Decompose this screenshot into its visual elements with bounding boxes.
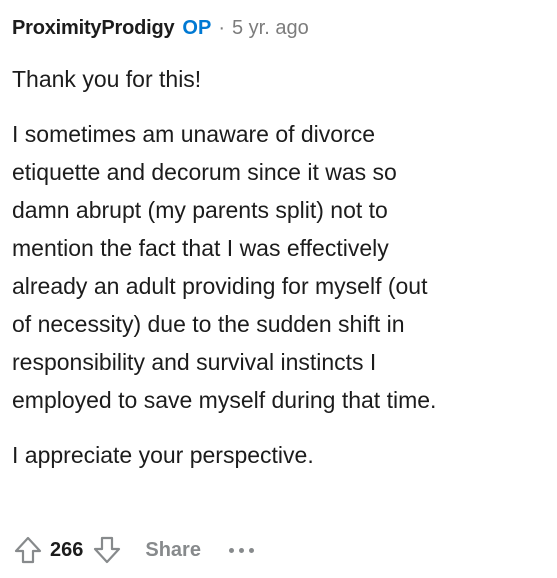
- share-button[interactable]: Share: [145, 539, 201, 562]
- arrow-up-outline-icon: [14, 536, 42, 564]
- upvote-button[interactable]: [10, 532, 46, 568]
- comment: ProximityProdigy OP · 5 yr. ago Thank yo…: [0, 0, 557, 578]
- ellipsis-icon: [238, 547, 244, 553]
- author-username[interactable]: ProximityProdigy: [12, 17, 175, 40]
- comment-timestamp[interactable]: 5 yr. ago: [232, 17, 309, 40]
- comment-header: ProximityProdigy OP · 5 yr. ago: [12, 14, 309, 42]
- meta-separator: ·: [218, 16, 225, 39]
- downvote-button[interactable]: [89, 532, 125, 568]
- comment-paragraph: Thank you for this!: [12, 66, 202, 92]
- comment-paragraph: I appreciate your perspective.: [12, 442, 314, 468]
- ellipsis-icon: [228, 547, 234, 553]
- op-badge: OP: [182, 16, 212, 39]
- more-options-button[interactable]: [228, 535, 254, 565]
- ellipsis-icon: [248, 547, 254, 553]
- comment-body: Thank you for this! I sometimes am unawa…: [12, 60, 547, 491]
- comment-action-bar: 266 Share: [10, 528, 254, 572]
- comment-paragraph: I sometimes am unaware of divorce etique…: [12, 121, 437, 413]
- vote-score: 266: [50, 538, 84, 561]
- arrow-down-outline-icon: [94, 536, 121, 564]
